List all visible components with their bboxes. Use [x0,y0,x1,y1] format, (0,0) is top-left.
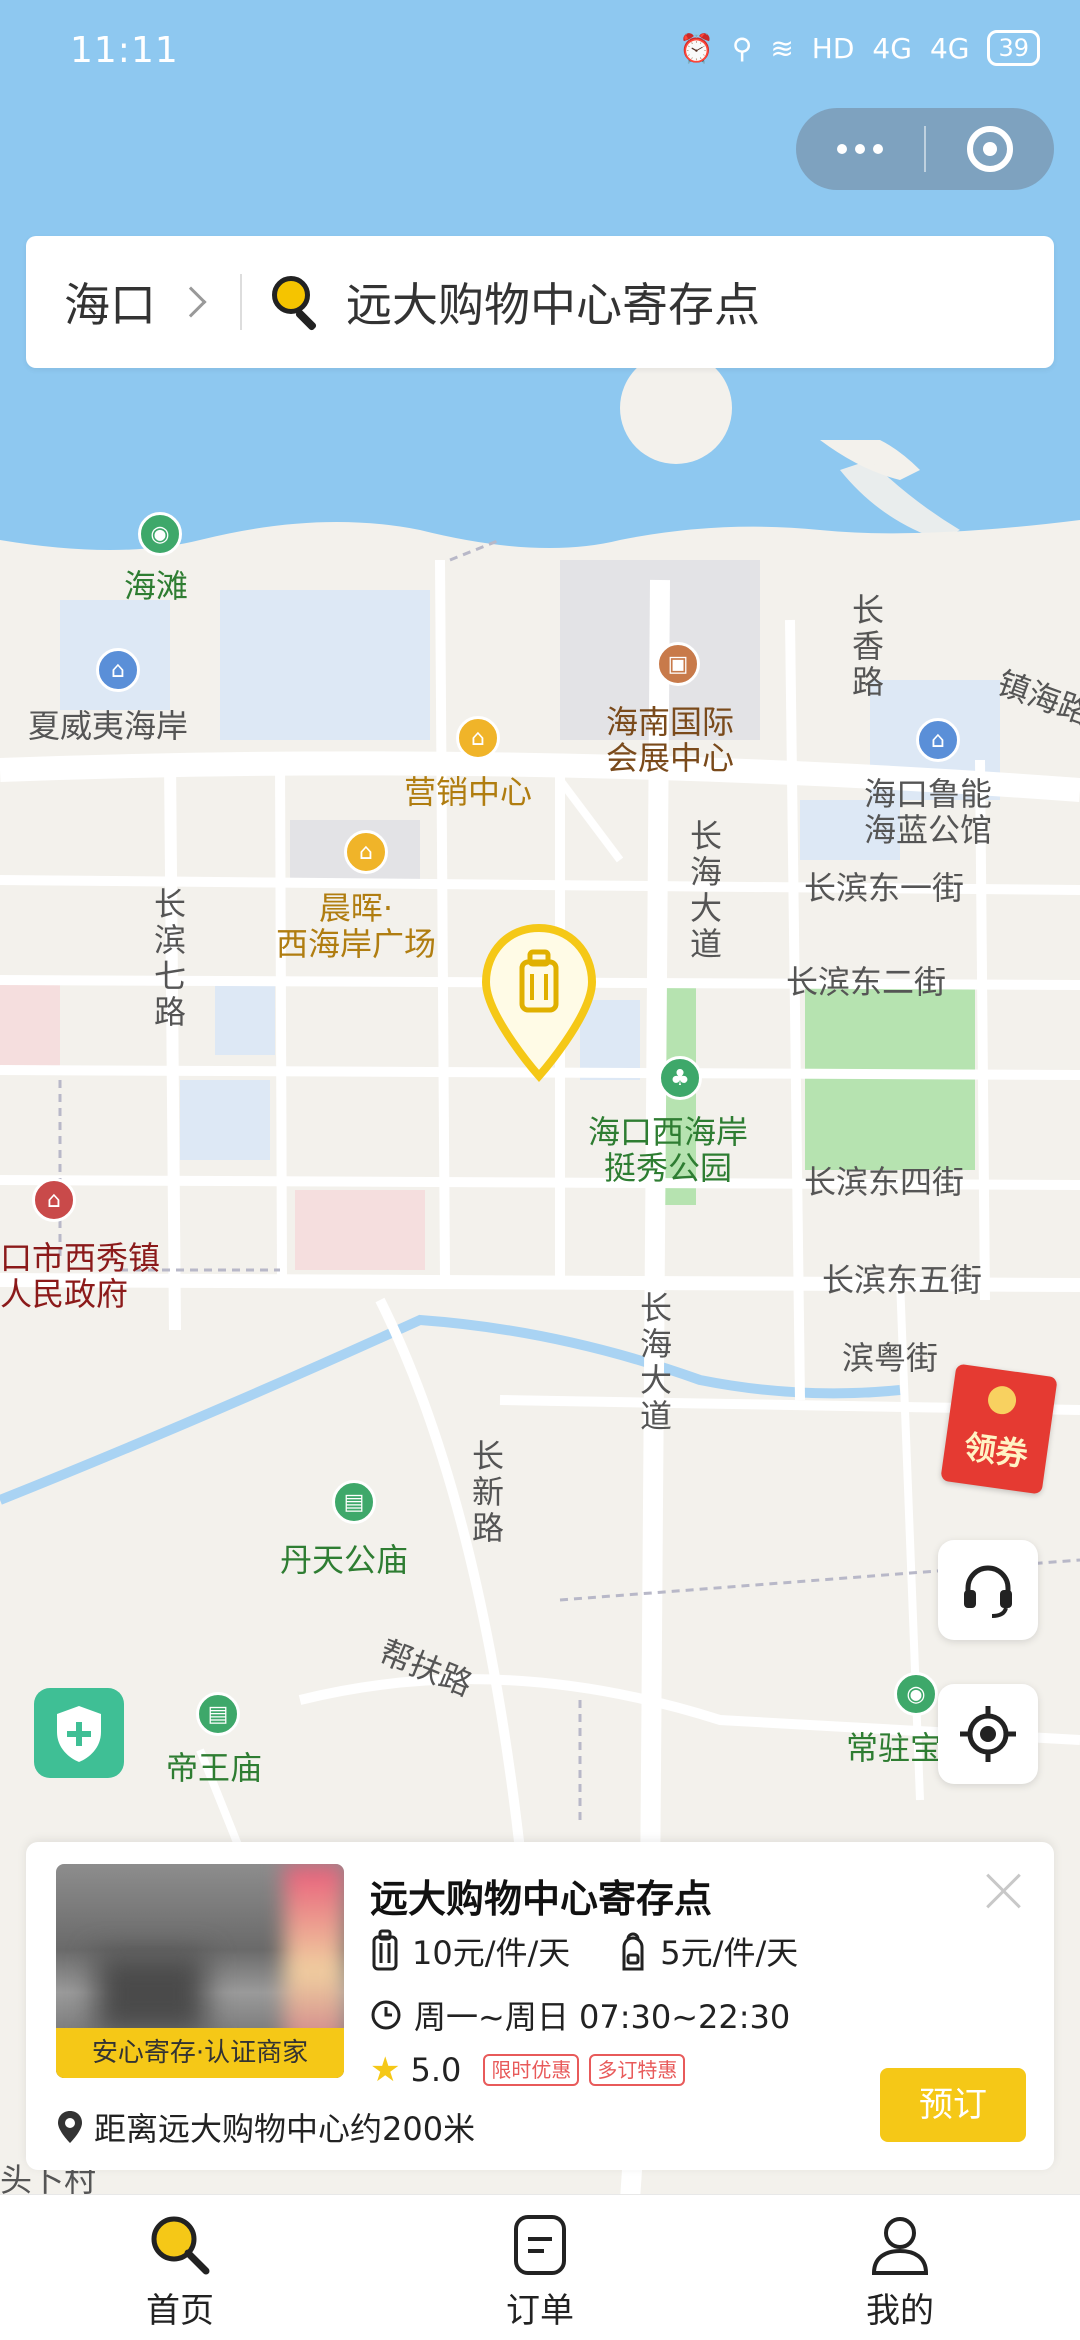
book-button[interactable]: 预订 [880,2068,1026,2142]
rating-row: ★ 5.0 限时优惠 多订特惠 [370,2050,686,2090]
tab-orders-label: 订单 [506,2291,574,2331]
business-hours: 周一~周日 07:30~22:30 [414,1998,791,2036]
search-divider [240,274,242,330]
temple-icon: ▤ [332,1480,376,1524]
wifi-icon: ≋ [770,31,794,65]
coupon-label: 领券 [961,1427,1031,1475]
status-time: 11:11 [70,30,179,71]
tab-home[interactable]: 首页 [0,2195,360,2340]
changzhu-icon: ◉ [894,1672,938,1716]
map-label-expo: 海南国际 会展中心 [606,703,735,777]
residence-icon: ⌂ [96,648,140,692]
store-name: 远大购物中心寄存点 [370,1877,713,1921]
promo-tag-limited: 限时优惠 [483,2054,580,2086]
search-input[interactable]: 远大购物中心寄存点 [346,269,760,335]
price-bag: 5元/件/天 [660,1934,799,1972]
map-label-diwang: 帝王庙 [166,1749,263,1787]
certified-tag: 安心寄存·认证商家 [56,2028,344,2078]
headset-icon [964,1565,1012,1618]
map-label-changhai2: 长海大道 [639,1289,672,1435]
distance-row: 距离远大购物中心约200米 [56,2104,475,2150]
yingxiao-icon: ⌂ [456,716,500,760]
map-label-changbin7: 长滨七路 [153,885,186,1031]
tab-orders[interactable]: 订单 [360,2195,720,2340]
map-pin-icon [58,2111,82,2143]
storage-location-pin[interactable] [480,923,598,1084]
dot-icon [855,144,865,154]
chenhui-icon: ⌂ [344,830,388,874]
map-label-changbin-e5: 长滨东五街 [822,1261,983,1299]
search-icon [270,274,322,332]
more-menu-button[interactable] [796,108,924,190]
locate-icon [960,1706,1016,1762]
location-icon: ⚲ [731,31,753,65]
map-label-park: 海口西海岸 挺秀公园 [588,1113,749,1187]
map-label-changbin-e2: 长滨东二街 [786,963,947,1001]
signal-1: 4G [872,31,912,65]
distance-text: 距离远大购物中心约200米 [94,2110,476,2148]
beach-icon: ◉ [138,512,182,556]
bottom-nav: 首页 订单 我的 [0,2194,1080,2340]
coupon-button[interactable]: 领券 [940,1363,1080,1495]
promo-tag-multi: 多订特惠 [589,2054,686,2086]
close-miniprogram-button[interactable] [926,108,1054,190]
alarm-icon: ⏰ [678,31,714,65]
search-icon [148,2213,212,2277]
tab-profile-label: 我的 [866,2291,934,2331]
miniprogram-capsule [796,108,1054,190]
map-label-changbin-e4: 长滨东四街 [804,1163,965,1201]
map-label-lumeng: 海口鲁能 海蓝公馆 [864,775,993,849]
red-envelope-icon: 领券 [940,1363,1058,1495]
rating-value: 5.0 [410,2051,462,2089]
safety-shield-button[interactable] [34,1688,124,1778]
hours-row: 周一~周日 07:30~22:30 [370,1992,790,2038]
backpack-icon [622,1932,644,1971]
store-thumbnail: 安心寄存·认证商家 [56,1864,344,2078]
storage-info-card[interactable]: 安心寄存·认证商家 远大购物中心寄存点 10元/件/天 5元/件/天 周一~周日… [26,1842,1054,2170]
clock-icon [371,2000,401,2030]
dot-icon [873,144,883,154]
search-bar: 海口 远大购物中心寄存点 [26,236,1054,368]
status-bar: 11:11 ⏰ ⚲ ≋ HD 4G 4G 39 [0,0,1080,110]
target-circle-icon [967,126,1013,172]
order-icon [508,2213,572,2277]
star-icon: ★ [370,2050,401,2090]
network-type: HD [811,31,855,65]
lumeng-icon: ⌂ [916,718,960,762]
battery-level: 39 [987,30,1040,66]
status-icons: ⏰ ⚲ ≋ HD 4G 4G 39 [679,30,1040,66]
diwang-icon: ▤ [196,1692,240,1736]
luggage-icon [372,1929,398,1971]
shield-plus-icon [57,1706,101,1762]
user-icon [868,2213,932,2277]
close-card-button[interactable] [984,1870,1024,1910]
map-label-changzhu: 常驻宝 [846,1729,943,1767]
map-label-changxiang: 长香路 [851,591,884,701]
map-label-dantian: 丹天公庙 [280,1541,409,1579]
map-label-government: 口市西秀镇 人民政府 [0,1239,161,1313]
city-selector[interactable]: 海口 [64,269,156,335]
government-icon: ⌂ [32,1178,76,1222]
tab-profile[interactable]: 我的 [720,2195,1080,2340]
dot-icon [837,144,847,154]
park-icon: ♣ [658,1056,702,1100]
price-luggage: 10元/件/天 [412,1934,571,1972]
map-label-changhai1: 长海大道 [689,817,722,963]
map-label-beach: 海滩 [124,567,189,605]
locate-me-button[interactable] [938,1684,1038,1784]
price-row: 10元/件/天 5元/件/天 [370,1928,798,1974]
tab-home-label: 首页 [146,2291,214,2331]
chevron-right-icon [175,286,207,318]
map-label-changbin-e1: 长滨东一街 [804,869,965,907]
customer-service-button[interactable] [938,1540,1038,1640]
signal-2: 4G [929,31,970,65]
expo-icon: ▣ [656,642,700,686]
map-label-changxin: 长新路 [471,1437,504,1547]
map-label-yingxiao: 营销中心 [404,773,533,811]
map-label-binyue: 滨粤街 [842,1339,939,1377]
map-label-chenhui: 晨晖· 西海岸广场 [276,889,437,963]
map-label-hawaii: 夏威夷海岸 [28,707,189,745]
